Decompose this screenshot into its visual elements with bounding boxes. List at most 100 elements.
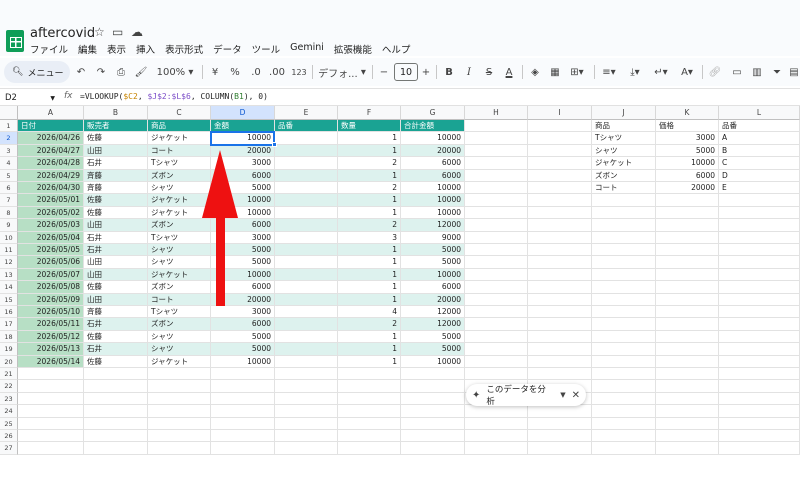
table-cell[interactable]: 10000 <box>401 355 465 368</box>
table-cell[interactable]: 山田 <box>84 219 148 232</box>
table-cell[interactable] <box>275 256 338 269</box>
grid-cell[interactable] <box>592 268 656 282</box>
grid-cell[interactable] <box>656 380 719 393</box>
grid-cell[interactable] <box>592 368 656 381</box>
grid-cell[interactable] <box>719 330 800 344</box>
zoom-select[interactable]: 100% ▾ <box>154 62 196 82</box>
date-cell[interactable]: 2026/05/07 <box>18 268 84 282</box>
grid-cell[interactable] <box>656 330 719 344</box>
table-cell[interactable]: 3 <box>338 231 401 244</box>
grid-cell[interactable] <box>592 417 656 430</box>
table-cell[interactable] <box>275 293 338 306</box>
font-size-increase-button[interactable]: + <box>420 62 432 82</box>
grid-cell[interactable] <box>592 244 656 257</box>
grid-cell[interactable] <box>465 430 528 443</box>
star-icon[interactable]: ☆ <box>94 25 105 39</box>
row-header-17[interactable]: 17 <box>0 318 18 331</box>
grid-cell[interactable] <box>592 306 656 319</box>
date-cell[interactable]: 2026/05/03 <box>18 219 84 232</box>
date-cell[interactable]: 2026/05/02 <box>18 206 84 220</box>
table-cell[interactable]: ズボン <box>148 219 211 232</box>
grid-cell[interactable] <box>528 306 592 319</box>
row-header-20[interactable]: 20 <box>0 355 18 368</box>
grid-cell[interactable] <box>401 442 465 455</box>
grid-cell[interactable] <box>338 392 401 406</box>
grid-cell[interactable] <box>528 442 592 455</box>
row-header-22[interactable]: 22 <box>0 380 18 393</box>
grid-cell[interactable] <box>465 442 528 455</box>
grid-cell[interactable] <box>719 206 800 220</box>
grid-cell[interactable] <box>528 430 592 443</box>
currency-format-button[interactable]: ¥ <box>208 62 222 82</box>
cloud-status-icon[interactable]: ☁ <box>131 25 143 39</box>
date-cell[interactable]: 2026/05/13 <box>18 343 84 356</box>
lookup-cell[interactable]: A <box>719 132 800 145</box>
date-cell[interactable]: 2026/04/27 <box>18 144 84 158</box>
table-cell[interactable] <box>275 268 338 282</box>
grid-cell[interactable] <box>211 417 275 430</box>
grid-cell[interactable] <box>465 219 528 232</box>
grid-cell[interactable] <box>656 194 719 207</box>
table-cell[interactable]: 5000 <box>401 330 465 344</box>
name-box[interactable]: D2 ▼ <box>2 91 58 105</box>
filter-icon[interactable]: ⏷ <box>770 62 784 82</box>
table-cell[interactable]: 10000 <box>211 355 275 368</box>
table-cell[interactable]: 佐藤 <box>84 281 148 294</box>
table-cell[interactable]: 斉藤 <box>84 182 148 195</box>
table-cell[interactable]: 1 <box>338 244 401 257</box>
lookup-cell[interactable]: B <box>719 144 800 158</box>
grid-cell[interactable] <box>528 182 592 195</box>
lookup-cell[interactable]: E <box>719 182 800 195</box>
table-cell[interactable]: 2 <box>338 182 401 195</box>
grid-cell[interactable] <box>275 405 338 418</box>
grid-cell[interactable] <box>338 442 401 455</box>
table-cell[interactable]: 佐藤 <box>84 355 148 368</box>
grid-cell[interactable] <box>401 368 465 381</box>
grid-cell[interactable] <box>592 206 656 220</box>
grid-cell[interactable] <box>211 405 275 418</box>
column-header-b[interactable]: B <box>84 106 148 120</box>
table-cell[interactable] <box>275 244 338 257</box>
grid-cell[interactable] <box>656 256 719 269</box>
grid-cell[interactable] <box>528 132 592 145</box>
grid-cell[interactable] <box>211 430 275 443</box>
grid-cell[interactable] <box>719 380 800 393</box>
grid-cell[interactable] <box>528 318 592 331</box>
grid-cell[interactable] <box>719 405 800 418</box>
table-cell[interactable]: 10000 <box>211 132 275 145</box>
table-header-cell[interactable]: 品番 <box>275 120 338 133</box>
grid-cell[interactable] <box>338 405 401 418</box>
date-cell[interactable]: 2026/05/09 <box>18 293 84 306</box>
table-cell[interactable]: 1 <box>338 268 401 282</box>
row-header-15[interactable]: 15 <box>0 293 18 306</box>
font-select[interactable]: デフォ... ▾ <box>316 62 368 82</box>
row-header-19[interactable]: 19 <box>0 343 18 356</box>
grid-cell[interactable] <box>18 442 84 455</box>
table-cell[interactable]: ジャケット <box>148 132 211 145</box>
grid-cell[interactable] <box>338 430 401 443</box>
grid-cell[interactable] <box>592 281 656 294</box>
grid-cell[interactable] <box>84 430 148 443</box>
grid-cell[interactable] <box>148 417 211 430</box>
grid-cell[interactable] <box>148 442 211 455</box>
date-cell[interactable]: 2026/04/28 <box>18 157 84 170</box>
table-cell[interactable]: 山田 <box>84 293 148 306</box>
insert-comment-icon[interactable]: ▭ <box>730 62 744 82</box>
lookup-header-cell[interactable]: 価格 <box>656 120 719 133</box>
grid-cell[interactable] <box>719 281 800 294</box>
grid-cell[interactable] <box>719 306 800 319</box>
grid-cell[interactable] <box>84 380 148 393</box>
column-header-h[interactable]: H <box>465 106 528 120</box>
formula-input[interactable]: =VLOOKUP($C2, $J$2:$L$6, COLUMN(B1), 0) <box>80 92 268 101</box>
grid-cell[interactable] <box>18 405 84 418</box>
column-header-d[interactable]: D <box>211 106 275 120</box>
grid-cell[interactable] <box>656 268 719 282</box>
number-format-button[interactable]: 123 <box>290 62 308 82</box>
move-folder-icon[interactable]: ▭ <box>112 25 123 39</box>
grid-cell[interactable] <box>528 330 592 344</box>
lookup-cell[interactable]: 3000 <box>656 132 719 145</box>
table-cell[interactable]: 1 <box>338 144 401 158</box>
table-cell[interactable] <box>275 132 338 145</box>
grid-cell[interactable] <box>465 281 528 294</box>
grid-cell[interactable] <box>338 417 401 430</box>
